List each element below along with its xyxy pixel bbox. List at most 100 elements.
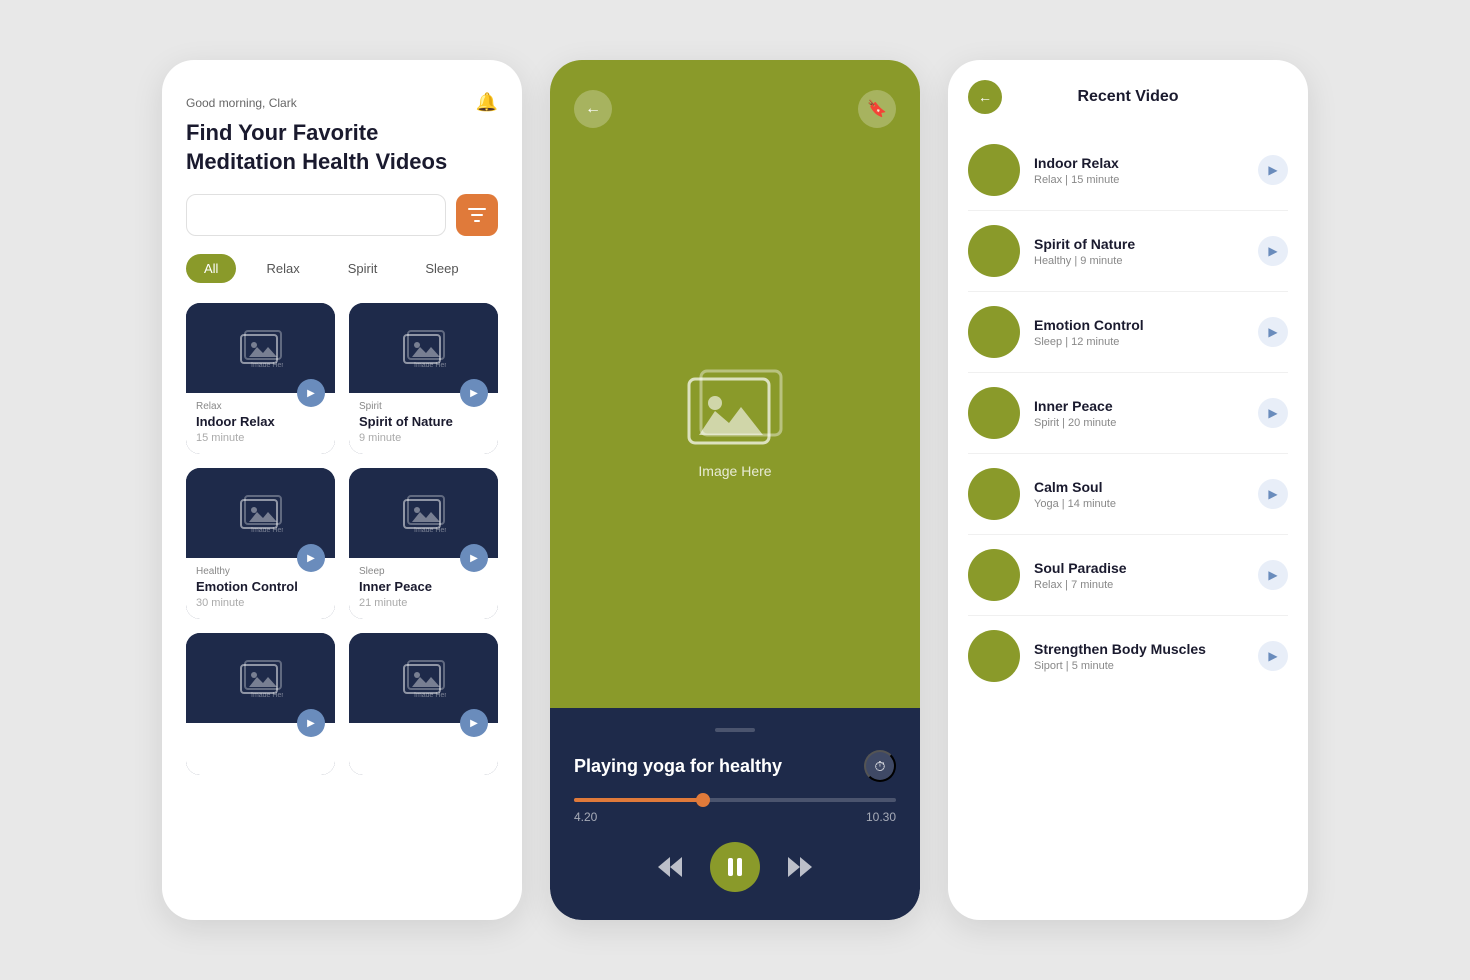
video-info: Spirit of Nature Healthy | 9 minute: [1034, 236, 1244, 267]
play-icon[interactable]: ▶: [297, 709, 325, 737]
video-thumbnail: [968, 225, 1020, 277]
play-icon[interactable]: ▶: [297, 379, 325, 407]
video-title: Spirit of Nature: [1034, 236, 1244, 252]
video-thumbnail: [968, 306, 1020, 358]
video-card[interactable]: Image Here ▶: [349, 633, 498, 775]
video-thumbnail-placeholder: Image Here: [685, 367, 785, 479]
svg-text:Image Here: Image Here: [414, 692, 446, 697]
recent-screen: ← Recent Video Indoor Relax Relax | 15 m…: [948, 60, 1308, 920]
play-icon[interactable]: ▶: [460, 544, 488, 572]
play-icon[interactable]: ▶: [297, 544, 325, 572]
forward-button[interactable]: [788, 857, 812, 877]
video-title: Calm Soul: [1034, 479, 1244, 495]
video-thumbnail: [968, 549, 1020, 601]
back-button[interactable]: ←: [574, 90, 612, 128]
video-card[interactable]: Image Here ▶: [186, 633, 335, 775]
search-input[interactable]: [186, 194, 446, 236]
video-info: Calm Soul Yoga | 14 minute: [1034, 479, 1244, 510]
list-item: Emotion Control Sleep | 12 minute ▶: [968, 292, 1288, 373]
video-info: Emotion Control Sleep | 12 minute: [1034, 317, 1244, 348]
video-subtitle: Relax | 7 minute: [1034, 579, 1244, 591]
video-subtitle: Sleep | 12 minute: [1034, 336, 1244, 348]
list-item: Spirit of Nature Healthy | 9 minute ▶: [968, 211, 1288, 292]
video-card[interactable]: Image Here ▶ Spirit Spirit of Nature 9 m…: [349, 303, 498, 454]
rewind-button[interactable]: [658, 857, 682, 877]
video-duration: 21 minute: [359, 597, 488, 609]
svg-text:Image Here: Image Here: [251, 527, 283, 532]
player-controls-area: Playing yoga for healthy ⏱ 4.20 10.30: [550, 708, 920, 920]
play-button[interactable]: ▶: [1258, 155, 1288, 185]
video-subtitle: Spirit | 20 minute: [1034, 417, 1244, 429]
video-title: Indoor Relax: [1034, 155, 1244, 171]
time-row: 4.20 10.30: [574, 810, 896, 824]
video-title: Inner Peace: [359, 579, 488, 594]
video-duration: 30 minute: [196, 597, 325, 609]
video-info: Strengthen Body Muscles Siport | 5 minut…: [1034, 641, 1244, 672]
video-duration: 9 minute: [359, 432, 488, 444]
video-title: Strengthen Body Muscles: [1034, 641, 1244, 657]
svg-text:Image Here: Image Here: [414, 362, 446, 367]
video-info: Soul Paradise Relax | 7 minute: [1034, 560, 1244, 591]
video-card[interactable]: Image Here ▶ Relax Indoor Relax 15 minut…: [186, 303, 335, 454]
filter-button[interactable]: [456, 194, 498, 236]
video-title: Inner Peace: [1034, 398, 1244, 414]
recent-header: ← Recent Video: [968, 88, 1288, 106]
player-image-area: Image Here: [574, 128, 896, 708]
video-thumbnail: [968, 468, 1020, 520]
play-button[interactable]: ▶: [1258, 641, 1288, 671]
tab-all[interactable]: All: [186, 254, 236, 283]
video-title: Emotion Control: [1034, 317, 1244, 333]
video-thumbnail: [968, 144, 1020, 196]
svg-text:Image Here: Image Here: [414, 527, 446, 532]
video-thumbnail: [968, 387, 1020, 439]
svg-text:Image Here: Image Here: [251, 692, 283, 697]
player-nav: ← 🔖: [574, 90, 896, 128]
play-button[interactable]: ▶: [1258, 479, 1288, 509]
video-info: Inner Peace Spirit | 20 minute: [1034, 398, 1244, 429]
video-card[interactable]: Image Here ▶ Healthy Emotion Control 30 …: [186, 468, 335, 619]
recent-title: Recent Video: [1077, 88, 1178, 106]
greeting-row: Good morning, Clark 🔔: [186, 92, 498, 113]
back-button[interactable]: ←: [968, 80, 1002, 114]
video-title: Soul Paradise: [1034, 560, 1244, 576]
playback-controls: [574, 842, 896, 892]
image-label: Image Here: [698, 463, 771, 479]
play-icon[interactable]: ▶: [460, 379, 488, 407]
play-button[interactable]: ▶: [1258, 560, 1288, 590]
tab-sleep[interactable]: Sleep: [407, 254, 476, 283]
video-title: Indoor Relax: [196, 414, 325, 429]
video-title: Spirit of Nature: [359, 414, 488, 429]
list-item: Calm Soul Yoga | 14 minute ▶: [968, 454, 1288, 535]
list-item: Strengthen Body Muscles Siport | 5 minut…: [968, 616, 1288, 696]
bell-icon[interactable]: 🔔: [476, 92, 498, 113]
timer-button[interactable]: ⏱: [864, 750, 896, 782]
search-row: [186, 194, 498, 236]
play-button[interactable]: ▶: [1258, 317, 1288, 347]
progress-bar[interactable]: [574, 798, 896, 802]
tabs-row: All Relax Spirit Sleep: [186, 254, 498, 283]
svg-text:Image Here: Image Here: [251, 362, 283, 367]
player-screen: ← 🔖 Image Here Playing yoga for heal: [550, 60, 920, 920]
list-item: Indoor Relax Relax | 15 minute ▶: [968, 130, 1288, 211]
video-info: Indoor Relax Relax | 15 minute: [1034, 155, 1244, 186]
player-title: Playing yoga for healthy: [574, 756, 782, 777]
video-subtitle: Relax | 15 minute: [1034, 174, 1244, 186]
progress-dot[interactable]: [696, 793, 710, 807]
bookmark-button[interactable]: 🔖: [858, 90, 896, 128]
main-title: Find Your Favorite Meditation Health Vid…: [186, 119, 498, 176]
play-button[interactable]: ▶: [1258, 398, 1288, 428]
tab-relax[interactable]: Relax: [248, 254, 317, 283]
play-button[interactable]: ▶: [1258, 236, 1288, 266]
video-card[interactable]: Image Here ▶ Sleep Inner Peace 21 minute: [349, 468, 498, 619]
video-grid: Image Here ▶ Relax Indoor Relax 15 minut…: [186, 303, 498, 775]
pause-button[interactable]: [710, 842, 760, 892]
greeting-text: Good morning, Clark: [186, 96, 297, 110]
play-icon[interactable]: ▶: [460, 709, 488, 737]
recent-video-list: Indoor Relax Relax | 15 minute ▶ Spirit …: [968, 130, 1288, 696]
list-item: Inner Peace Spirit | 20 minute ▶: [968, 373, 1288, 454]
video-subtitle: Yoga | 14 minute: [1034, 498, 1244, 510]
time-total: 10.30: [866, 810, 896, 824]
video-duration: 15 minute: [196, 432, 325, 444]
video-thumbnail: [968, 630, 1020, 682]
tab-spirit[interactable]: Spirit: [330, 254, 396, 283]
